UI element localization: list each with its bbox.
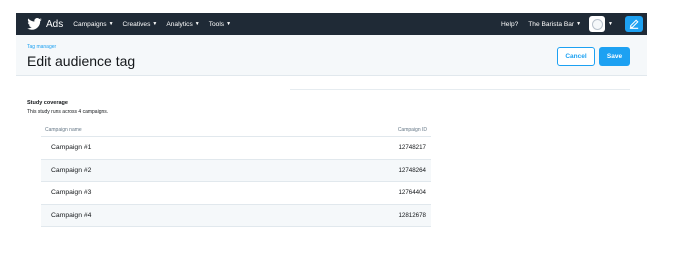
- campaign-name-cell: Campaign #3: [51, 189, 92, 197]
- nav-analytics-label: Analytics: [166, 20, 193, 28]
- campaign-id-cell: 12812678: [398, 212, 426, 220]
- campaign-id-cell: 12748217: [398, 144, 426, 152]
- user-menu[interactable]: ▼: [589, 16, 613, 32]
- chevron-down-icon: ▼: [608, 21, 613, 27]
- table-row: Campaign #1 12748217: [41, 137, 431, 160]
- avatar-image: [591, 18, 603, 30]
- campaigns-table: Campaign name Campaign ID Campaign #1 12…: [41, 123, 431, 228]
- table-row: Campaign #3 12764404: [41, 182, 431, 205]
- page-header: Tag manager Edit audience tag Cancel Sav…: [16, 35, 647, 76]
- compose-icon: [629, 19, 639, 29]
- nav-creatives[interactable]: Creatives ▼: [123, 21, 158, 28]
- study-coverage-description: This study runs across 4 campaigns.: [27, 109, 109, 115]
- campaign-name-cell: Campaign #1: [51, 144, 92, 152]
- ads-home-link[interactable]: Ads: [27, 18, 73, 30]
- section-divider: [290, 89, 630, 90]
- table-row: Campaign #2 12748264: [41, 159, 431, 183]
- brand-label: Ads: [46, 18, 64, 30]
- campaign-name-cell: Campaign #4: [51, 212, 92, 220]
- nav-campaigns[interactable]: Campaigns ▼: [73, 21, 113, 28]
- study-coverage-title: Study coverage: [27, 100, 68, 106]
- table-header: Campaign name Campaign ID: [41, 123, 431, 137]
- account-name: The Barista Bar: [528, 20, 575, 28]
- campaign-name-cell: Campaign #2: [51, 166, 92, 174]
- campaign-id-cell: 12748264: [398, 166, 426, 174]
- page-title: Edit audience tag: [27, 53, 136, 69]
- nav-creatives-label: Creatives: [122, 20, 151, 28]
- topbar-right-group: Help? The Barista Bar ▼ ▼: [501, 13, 647, 35]
- compose-button[interactable]: [625, 16, 643, 32]
- chevron-down-icon: ▼: [576, 20, 582, 27]
- chevron-down-icon: ▼: [152, 20, 158, 27]
- twitter-bird-icon: [27, 18, 42, 30]
- save-button[interactable]: Save: [599, 47, 630, 66]
- nav-tools-label: Tools: [208, 20, 225, 28]
- campaign-id-cell: 12764404: [398, 189, 426, 197]
- nav-analytics[interactable]: Analytics ▼: [166, 21, 199, 28]
- help-link[interactable]: Help?: [501, 21, 518, 28]
- cancel-button[interactable]: Cancel: [557, 47, 595, 66]
- nav-tools[interactable]: Tools ▼: [209, 21, 231, 28]
- column-header-campaign-id: Campaign ID: [397, 126, 427, 133]
- chevron-down-icon: ▼: [226, 20, 232, 27]
- nav-campaigns-label: Campaigns: [73, 20, 107, 28]
- chevron-down-icon: ▼: [194, 20, 200, 27]
- column-header-campaign-name: Campaign name: [45, 126, 82, 133]
- table-row: Campaign #4 12812678: [41, 204, 431, 228]
- breadcrumb-tag-manager[interactable]: Tag manager: [27, 44, 56, 50]
- chevron-down-icon: ▼: [108, 20, 114, 27]
- account-avatar-icon: [589, 16, 606, 32]
- account-switcher[interactable]: The Barista Bar ▼: [528, 21, 581, 28]
- top-navigation-bar: Ads Campaigns ▼ Creatives ▼ Analytics ▼ …: [16, 13, 647, 35]
